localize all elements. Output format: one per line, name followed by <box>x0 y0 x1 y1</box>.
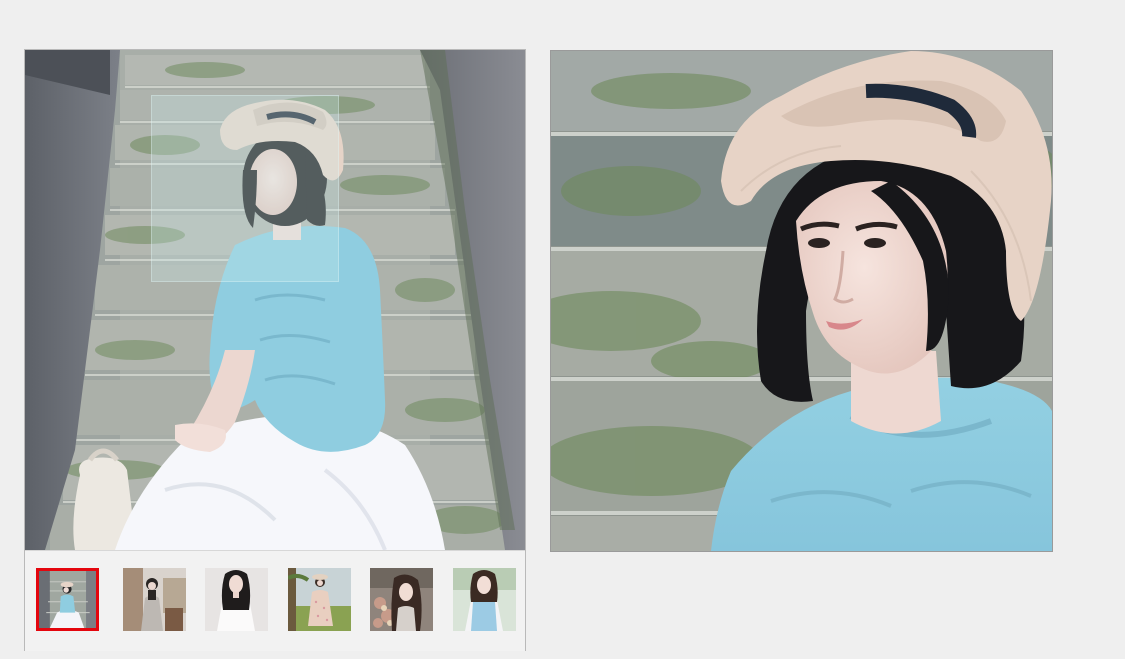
thumbnail-3[interactable] <box>205 568 268 631</box>
product-image-viewer <box>24 49 526 651</box>
photo-girl-closeup-icon <box>551 51 1052 551</box>
main-image[interactable] <box>25 50 525 550</box>
thumbnail-5[interactable] <box>370 568 433 631</box>
photo-girl-blue-dress-thumb-icon <box>453 568 516 631</box>
zoom-lens[interactable] <box>151 95 339 282</box>
photo-girl-room-thumb-icon <box>123 568 186 631</box>
photo-girl-field-thumb-icon <box>288 568 351 631</box>
thumbnail-1[interactable] <box>36 568 99 631</box>
photo-girl-white-dress-thumb-icon <box>205 568 268 631</box>
thumbnail-6[interactable] <box>453 568 516 631</box>
photo-girl-stairs-thumb-icon <box>39 571 96 628</box>
thumbnail-4[interactable] <box>288 568 351 631</box>
photo-girl-flowers-thumb-icon <box>370 568 433 631</box>
zoom-preview <box>550 50 1053 552</box>
thumbnail-2[interactable] <box>123 568 186 631</box>
thumbnail-strip <box>25 550 525 651</box>
